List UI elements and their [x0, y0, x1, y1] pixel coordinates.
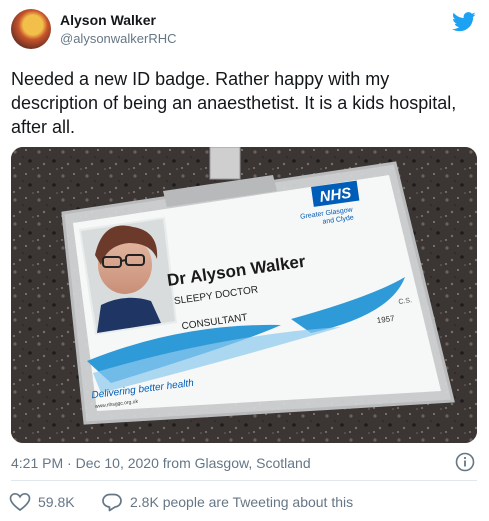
info-icon[interactable]: [455, 452, 475, 472]
author-name[interactable]: Alyson Walker: [60, 12, 156, 28]
divider: [11, 480, 477, 481]
author-handle[interactable]: @alysonwalkerRHC: [60, 31, 177, 46]
tweet-timestamp[interactable]: 4:21 PM · Dec 10, 2020 from Glasgow, Sco…: [11, 455, 311, 471]
tweet-photo[interactable]: NHS Greater Glasgow and Clyde Dr Alyson …: [11, 147, 477, 443]
tweet-card: Alyson Walker @alysonwalkerRHC Needed a …: [0, 0, 489, 521]
twitter-bird-icon[interactable]: [452, 11, 476, 33]
reply-summary[interactable]: 2.8K people are Tweeting about this: [130, 494, 353, 510]
tweet-text: Needed a new ID badge. Rather happy with…: [11, 69, 457, 137]
reply-bubble-icon[interactable]: [101, 492, 123, 512]
like-count[interactable]: 59.8K: [38, 494, 75, 510]
avatar[interactable]: [11, 9, 51, 49]
heart-icon[interactable]: [9, 492, 31, 512]
